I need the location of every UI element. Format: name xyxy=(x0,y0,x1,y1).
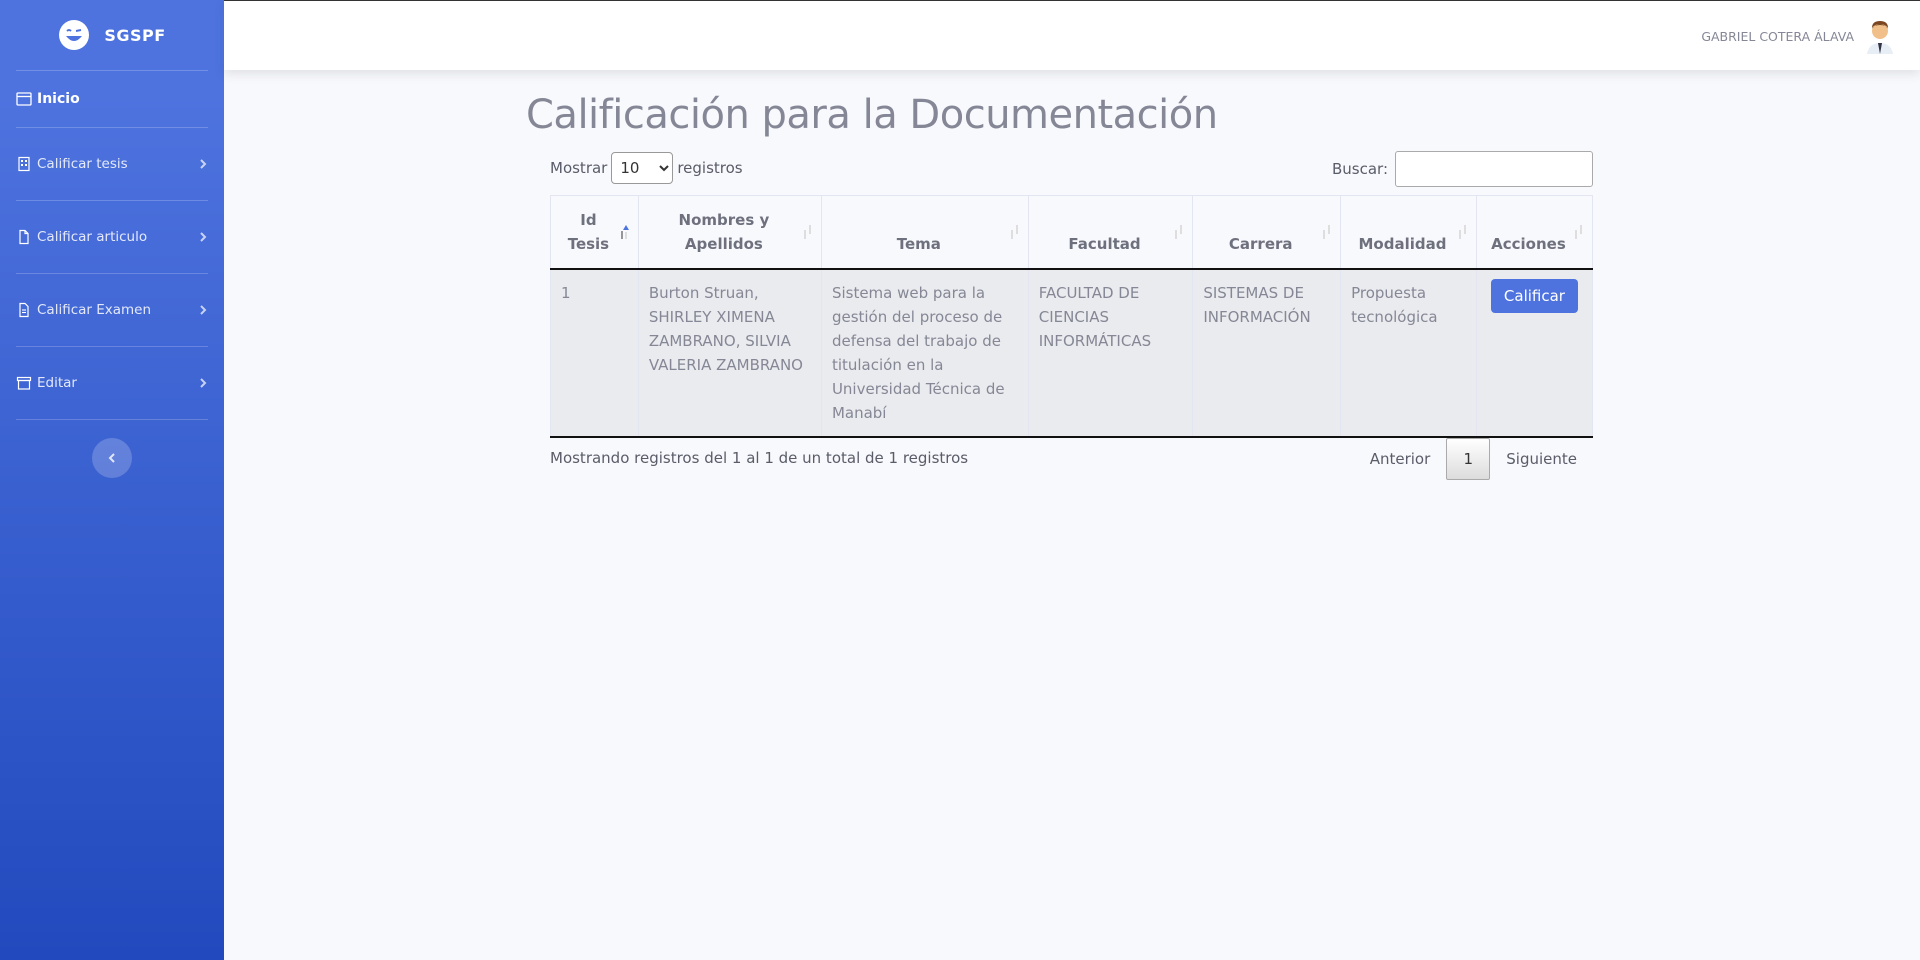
sidebar-divider xyxy=(16,419,208,420)
search-label: Buscar: xyxy=(1331,160,1388,178)
cell-tema: Sistema web para la gestión del proceso … xyxy=(820,269,1029,438)
page-title: Calificación para la Documentación xyxy=(526,92,1218,138)
pagination-page-1[interactable]: 1 xyxy=(1446,438,1491,480)
laugh-wink-icon xyxy=(59,20,90,50)
sidebar-brand[interactable]: SGSPF xyxy=(0,0,224,70)
cell-nombres: Burton Struan, SHIRLEY XIMENA ZAMBRANO, … xyxy=(637,269,822,438)
column-header-modalidad[interactable]: Modalidad xyxy=(1340,195,1477,270)
pagination: Anterior 1 Siguiente xyxy=(1354,438,1593,480)
sort-icon xyxy=(1323,225,1330,239)
search-control: Buscar: xyxy=(1332,151,1593,187)
avatar xyxy=(1867,21,1893,54)
sidebar-item-calificar-examen[interactable]: Calificar Examen xyxy=(0,274,224,346)
length-prefix: Mostrar xyxy=(550,159,608,177)
window-icon xyxy=(16,91,32,107)
search-input[interactable] xyxy=(1395,151,1593,187)
column-header-label: Id Tesis xyxy=(567,211,610,253)
sidebar-item-label: Calificar tesis xyxy=(37,156,128,172)
cell-id: 1 xyxy=(550,269,639,438)
file-icon xyxy=(16,229,32,245)
sidebar-item-calificar-articulo[interactable]: Calificar articulo xyxy=(0,201,224,273)
cell-facultad: FACULTAD DE CIENCIAS INFORMÁTICAS xyxy=(1027,269,1194,438)
user-dropdown[interactable]: GABRIEL COTERA ÁLAVA xyxy=(1701,1,1896,71)
sort-icon xyxy=(804,225,811,239)
table-header-row: Id Tesis Nombres y Apellidos Tema Facult… xyxy=(550,195,1594,270)
column-header-label: Nombres y Apellidos xyxy=(678,211,770,253)
sort-icon xyxy=(1575,225,1582,239)
sort-ascending-icon xyxy=(621,225,629,239)
user-name: GABRIEL COTERA ÁLAVA xyxy=(1701,28,1854,44)
sidebar-toggle-button[interactable] xyxy=(92,438,132,478)
pagination-previous[interactable]: Anterior xyxy=(1354,438,1447,480)
column-header-label: Tema xyxy=(896,235,941,253)
sort-icon xyxy=(1011,225,1018,239)
cell-carrera: SISTEMAS DE INFORMACIÓN xyxy=(1192,269,1342,438)
column-header-label: Acciones xyxy=(1491,235,1566,253)
length-suffix: registros xyxy=(677,159,743,177)
chevron-left-icon xyxy=(108,453,115,463)
building-icon xyxy=(16,156,32,172)
sidebar-item-label: Inicio xyxy=(37,91,80,107)
sidebar-item-label: Editar xyxy=(37,375,77,391)
chevron-right-icon xyxy=(200,232,207,242)
column-header-label: Modalidad xyxy=(1358,235,1447,253)
column-header-facultad[interactable]: Facultad xyxy=(1027,195,1194,270)
archive-icon xyxy=(16,375,32,391)
sort-icon xyxy=(1459,225,1466,239)
sidebar-item-label: Calificar Examen xyxy=(37,302,152,318)
column-header-tema[interactable]: Tema xyxy=(820,195,1029,270)
table-info: Mostrando registros del 1 al 1 de un tot… xyxy=(550,449,969,467)
length-control: Mostrar 10 25 50 100 registros xyxy=(550,152,743,184)
column-header-acciones[interactable]: Acciones xyxy=(1475,195,1594,270)
column-header-label: Carrera xyxy=(1228,235,1293,253)
sidebar-item-label: Calificar articulo xyxy=(37,229,148,245)
sidebar-item-editar[interactable]: Editar xyxy=(0,347,224,419)
calificar-button[interactable]: Calificar xyxy=(1490,279,1578,313)
column-header-label: Facultad xyxy=(1068,235,1141,253)
cell-acciones: Calificar xyxy=(1475,269,1594,438)
topbar: GABRIEL COTERA ÁLAVA xyxy=(224,0,1920,70)
chevron-right-icon xyxy=(200,159,207,169)
column-header-nombres[interactable]: Nombres y Apellidos xyxy=(637,195,822,270)
column-header-carrera[interactable]: Carrera xyxy=(1192,195,1342,270)
brand-name: SGSPF xyxy=(104,25,166,45)
tesis-table: Id Tesis Nombres y Apellidos Tema Facult… xyxy=(550,195,1594,438)
file-text-icon xyxy=(16,302,32,318)
pagination-next[interactable]: Siguiente xyxy=(1490,438,1593,480)
length-select[interactable]: 10 25 50 100 xyxy=(611,152,674,184)
sidebar-item-inicio[interactable]: Inicio xyxy=(0,71,224,127)
sidebar: SGSPF Inicio Calificar tesis Calificar a… xyxy=(0,0,224,960)
sort-icon xyxy=(1175,225,1182,239)
cell-modalidad: Propuesta tecnológica xyxy=(1340,269,1477,438)
table-row: 1 Burton Struan, SHIRLEY XIMENA ZAMBRANO… xyxy=(550,269,1594,438)
sidebar-item-calificar-tesis[interactable]: Calificar tesis xyxy=(0,128,224,200)
chevron-right-icon xyxy=(200,305,207,315)
column-header-id[interactable]: Id Tesis xyxy=(550,195,639,270)
chevron-right-icon xyxy=(200,378,207,388)
